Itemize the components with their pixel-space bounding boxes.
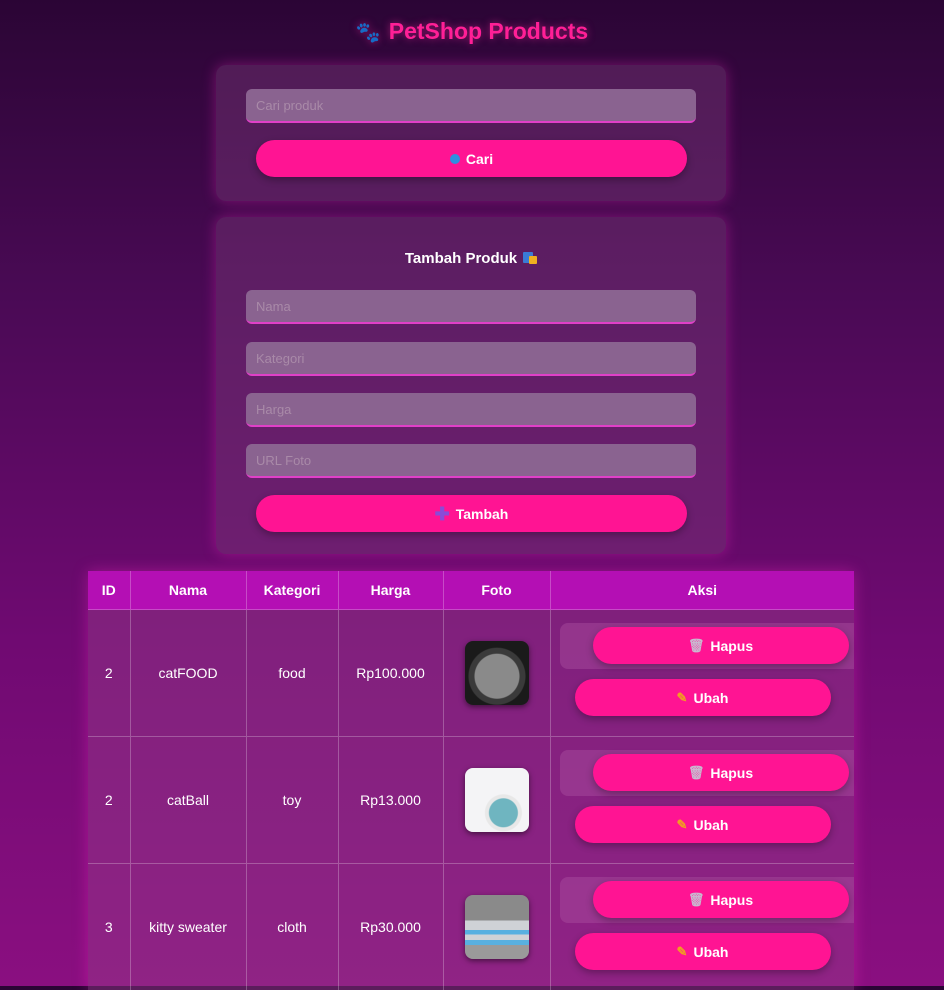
cell-id: 2 <box>88 610 130 737</box>
search-button[interactable]: Cari <box>256 140 687 177</box>
table-row: 2 catFOOD food Rp100.000 🗑 Hapus ✎ Ubah <box>88 610 854 737</box>
name-field[interactable] <box>246 290 696 324</box>
search-card: Cari <box>216 65 726 201</box>
column-header-aksi: Aksi <box>550 571 854 610</box>
search-input[interactable] <box>246 89 696 123</box>
cell-id: 3 <box>88 864 130 990</box>
price-field[interactable] <box>246 393 696 427</box>
cell-nama: kitty sweater <box>130 864 246 990</box>
cell-nama: catBall <box>130 737 246 864</box>
edit-button[interactable]: ✎ Ubah <box>575 679 831 716</box>
trash-icon: 🗑 <box>688 638 705 654</box>
trash-icon: 🗑 <box>688 765 705 781</box>
delete-button-label: Hapus <box>710 638 753 654</box>
product-photo <box>465 895 529 959</box>
page-title-text: PetShop Products <box>389 18 588 44</box>
cell-aksi: 🗑 Hapus ✎ Ubah <box>550 864 854 990</box>
column-header-nama: Nama <box>130 571 246 610</box>
delete-button-label: Hapus <box>710 765 753 781</box>
shopping-bags-icon <box>523 252 537 264</box>
page-title: 🐾 PetShop Products <box>0 18 944 45</box>
cell-kategori: cloth <box>246 864 338 990</box>
trash-icon: 🗑 <box>688 892 705 908</box>
pencil-icon: ✎ <box>677 944 688 960</box>
product-photo <box>465 641 529 705</box>
edit-button[interactable]: ✎ Ubah <box>575 933 831 970</box>
cell-aksi: 🗑 Hapus ✎ Ubah <box>550 610 854 737</box>
table-row: 2 catBall toy Rp13.000 🗑 Hapus ✎ Ubah <box>88 737 854 864</box>
products-table: ID Nama Kategori Harga Foto Aksi 2 catFO… <box>88 571 854 990</box>
column-header-harga: Harga <box>338 571 443 610</box>
paw-icon: 🐾 <box>356 22 381 44</box>
product-photo <box>465 768 529 832</box>
column-header-foto: Foto <box>443 571 550 610</box>
pencil-icon: ✎ <box>677 690 688 706</box>
add-product-title-text: Tambah Produk <box>405 250 517 267</box>
table-row: 3 kitty sweater cloth Rp30.000 🗑 Hapus ✎… <box>88 864 854 990</box>
add-button-label: Tambah <box>456 506 509 522</box>
cell-aksi: 🗑 Hapus ✎ Ubah <box>550 737 854 864</box>
add-button[interactable]: ✚ Tambah <box>256 495 687 532</box>
search-button-label: Cari <box>466 151 493 167</box>
delete-button[interactable]: 🗑 Hapus <box>593 881 849 918</box>
edit-button-label: Ubah <box>693 817 728 833</box>
action-strip: 🗑 Hapus <box>560 877 855 923</box>
edit-button-label: Ubah <box>693 690 728 706</box>
delete-button[interactable]: 🗑 Hapus <box>593 754 849 791</box>
add-product-card: Tambah Produk ✚ Tambah <box>216 217 726 554</box>
table-header-row: ID Nama Kategori Harga Foto Aksi <box>88 571 854 610</box>
pencil-icon: ✎ <box>677 817 688 833</box>
blue-dot-icon <box>450 154 460 164</box>
photo-url-field[interactable] <box>246 444 696 478</box>
edit-button-label: Ubah <box>693 944 728 960</box>
action-strip: 🗑 Hapus <box>560 623 855 669</box>
cell-foto <box>443 864 550 990</box>
cell-harga: Rp13.000 <box>338 737 443 864</box>
add-product-title: Tambah Produk <box>216 250 726 267</box>
cell-kategori: food <box>246 610 338 737</box>
cell-foto <box>443 737 550 864</box>
action-strip: 🗑 Hapus <box>560 750 855 796</box>
cell-nama: catFOOD <box>130 610 246 737</box>
cell-foto <box>443 610 550 737</box>
delete-button[interactable]: 🗑 Hapus <box>593 627 849 664</box>
column-header-id: ID <box>88 571 130 610</box>
cell-harga: Rp30.000 <box>338 864 443 990</box>
category-field[interactable] <box>246 342 696 376</box>
cell-kategori: toy <box>246 737 338 864</box>
column-header-kategori: Kategori <box>246 571 338 610</box>
cell-harga: Rp100.000 <box>338 610 443 737</box>
cell-id: 2 <box>88 737 130 864</box>
delete-button-label: Hapus <box>710 892 753 908</box>
edit-button[interactable]: ✎ Ubah <box>575 806 831 843</box>
plus-icon: ✚ <box>435 505 450 523</box>
